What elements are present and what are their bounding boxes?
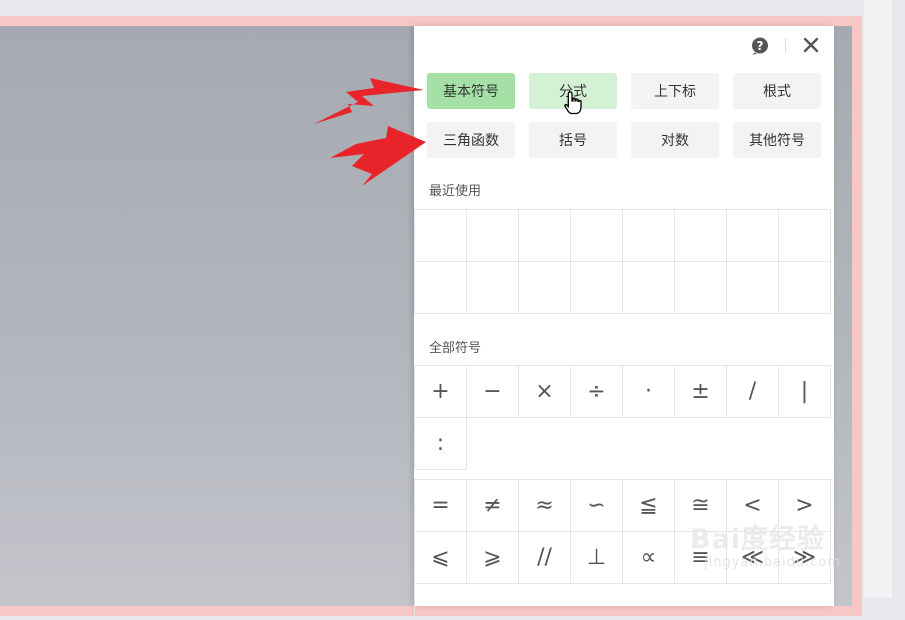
- watermark-logo-text: Bai度经验: [690, 524, 826, 555]
- recent-symbol-slot[interactable]: [519, 262, 571, 314]
- symbol-button[interactable]: ÷: [571, 366, 623, 418]
- recent-symbol-slot[interactable]: [467, 262, 519, 314]
- symbol-button[interactable]: =: [415, 480, 467, 532]
- recent-symbol-slot[interactable]: [571, 262, 623, 314]
- recent-symbol-slot[interactable]: [727, 262, 779, 314]
- symbol-button[interactable]: +: [415, 366, 467, 418]
- symbol-button[interactable]: |: [779, 366, 831, 418]
- symbol-button[interactable]: ×: [519, 366, 571, 418]
- svg-text:?: ?: [757, 39, 764, 53]
- tab-1[interactable]: 基本符号: [427, 73, 515, 109]
- recent-symbol-slot[interactable]: [675, 210, 727, 262]
- symbol-button[interactable]: //: [519, 532, 571, 584]
- symbol-button[interactable]: ≈: [519, 480, 571, 532]
- symbol-button[interactable]: ⩽: [415, 532, 467, 584]
- recent-symbol-slot[interactable]: [519, 210, 571, 262]
- recent-symbol-slot[interactable]: [727, 210, 779, 262]
- symbol-button[interactable]: −: [467, 366, 519, 418]
- recent-symbol-slot[interactable]: [415, 210, 467, 262]
- tab-7[interactable]: 对数: [631, 122, 719, 158]
- symbol-button[interactable]: ⩾: [467, 532, 519, 584]
- recent-symbols-grid: [414, 209, 831, 314]
- symbol-button[interactable]: ±: [675, 366, 727, 418]
- recent-symbol-slot[interactable]: [675, 262, 727, 314]
- recent-symbol-slot[interactable]: [779, 210, 831, 262]
- tab-8[interactable]: 其他符号: [733, 122, 821, 158]
- symbol-button[interactable]: ∽: [571, 480, 623, 532]
- question-circle-icon[interactable]: ?: [750, 36, 770, 56]
- symbol-button[interactable]: ∝: [623, 532, 675, 584]
- recent-symbol-slot[interactable]: [623, 210, 675, 262]
- all-symbols-label: 全部符号: [429, 341, 482, 356]
- recent-symbol-slot[interactable]: [415, 262, 467, 314]
- symbol-button[interactable]: /: [727, 366, 779, 418]
- recent-used-label: 最近使用: [429, 184, 482, 199]
- header-divider: [785, 38, 786, 52]
- tab-5[interactable]: 三角函数: [427, 122, 515, 158]
- symbol-button[interactable]: ⊥: [571, 532, 623, 584]
- tab-4[interactable]: 根式: [733, 73, 821, 109]
- tab-6[interactable]: 括号: [529, 122, 617, 158]
- hand-cursor-icon: [564, 91, 582, 115]
- recent-symbol-slot[interactable]: [571, 210, 623, 262]
- recent-symbol-slot[interactable]: [779, 262, 831, 314]
- tab-3[interactable]: 上下标: [631, 73, 719, 109]
- recent-symbol-slot[interactable]: [467, 210, 519, 262]
- annotation-arrow-icon: [314, 78, 424, 124]
- window-edge: [864, 0, 892, 598]
- symbol-button[interactable]: ≦: [623, 480, 675, 532]
- symbol-button[interactable]: :: [415, 418, 467, 470]
- symbol-button[interactable]: ·: [623, 366, 675, 418]
- recent-symbol-slot[interactable]: [623, 262, 675, 314]
- symbol-group-basic: + − × ÷ · ± / |:: [414, 365, 831, 470]
- symbol-button[interactable]: ≠: [467, 480, 519, 532]
- watermark-url: jingyan.baidu.com: [704, 555, 841, 570]
- close-x-icon[interactable]: [802, 36, 820, 54]
- baidu-jingyan-watermark: Bai度经验 jingyan.baidu.com: [690, 497, 860, 577]
- annotation-arrow-icon: [330, 126, 426, 186]
